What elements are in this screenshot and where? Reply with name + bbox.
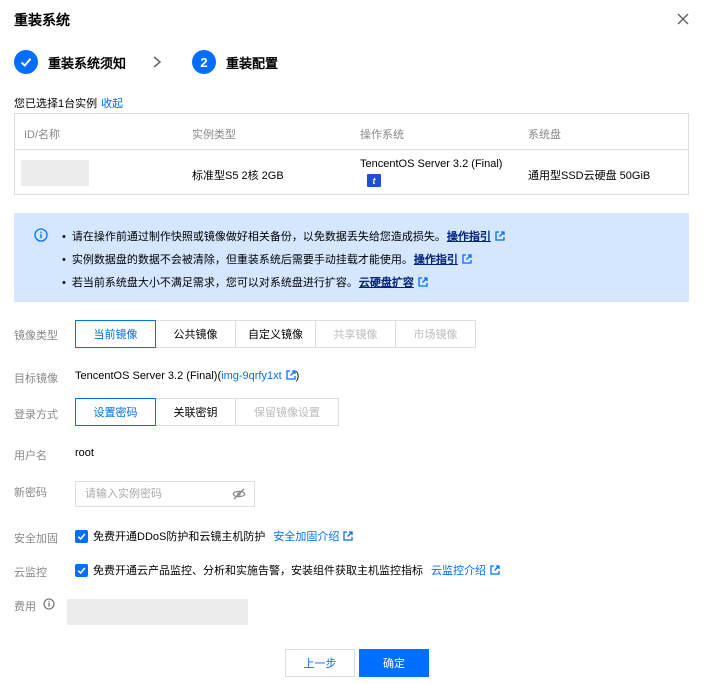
external-link-icon [462,254,472,264]
monitoring-label: 云监控 [14,567,47,579]
external-link-icon [343,531,353,541]
step-2-label: 重装配置 [226,55,279,71]
image-type-shared: 共享镜像 [315,320,396,348]
info-icon [34,228,48,242]
tencentos-icon: t [367,174,381,187]
image-type-current[interactable]: 当前镜像 [75,320,156,348]
security-checkbox[interactable] [75,529,88,543]
new-password-label: 新密码 [14,487,47,499]
selection-text: 您已选择1台实例 [14,98,98,110]
image-type-custom[interactable]: 自定义镜像 [235,320,316,348]
external-link-icon [495,231,505,241]
notice-link-1[interactable]: 操作指引 [447,231,491,243]
notice-text-1: 请在操作前通过制作快照或镜像做好相关备份，以免数据丢失给您造成损失。 [71,231,446,243]
username-label: 用户名 [14,450,47,462]
collapse-link[interactable]: 收起 [101,98,123,110]
step-1-label: 重装系统须知 [48,55,127,71]
notice-line-3: • 若当前系统盘大小不满足需求，您可以对系统盘进行扩容。云硬盘扩容 [62,274,428,290]
monitoring-intro-link[interactable]: 云监控介绍 [431,562,486,578]
image-type-market: 市场镜像 [395,320,476,348]
password-input[interactable] [76,482,216,506]
notice-line-1: • 请在操作前通过制作快照或镜像做好相关备份，以免数据丢失给您造成损失。操作指引 [62,228,505,244]
step-1: 重装系统须知 [14,50,126,74]
username-value: root [75,447,94,459]
monitoring-option: 免费开通云产品监控、分析和实施告警，安装组件获取主机监控指标 云监控介绍 [75,562,500,578]
fee-value-redacted [67,599,248,625]
login-keep-image-settings: 保留镜像设置 [235,398,339,426]
image-type-label: 镜像类型 [14,330,58,342]
header-id: ID/名称 [24,129,61,141]
instance-id-redacted [21,160,89,186]
monitoring-checkbox[interactable] [75,563,88,577]
close-icon[interactable] [676,12,690,26]
confirm-button[interactable]: 确定 [359,649,429,677]
step-2: 2 重装配置 [192,50,278,74]
image-type-public[interactable]: 公共镜像 [155,320,236,348]
external-link-icon [490,565,500,575]
step-2-number: 2 [192,50,216,74]
dialog-title: 重装系统 [14,12,70,28]
target-image-name: TencentOS Server 3.2 (Final)( [75,370,222,382]
table-header: ID/名称 实例类型 操作系统 系统盘 [15,114,688,150]
fee-label: 费用 [14,601,36,613]
header-disk: 系统盘 [528,129,561,141]
external-link-icon [418,277,428,287]
header-os: 操作系统 [360,129,404,141]
info-icon[interactable] [43,598,55,610]
eye-hidden-icon[interactable] [232,488,246,500]
monitoring-text: 免费开通云产品监控、分析和实施告警，安装组件获取主机监控指标 [93,565,423,577]
login-set-password[interactable]: 设置密码 [75,398,156,426]
cell-type: 标准型S5 2核 2GB [192,170,284,182]
image-type-selector: 当前镜像 公共镜像 自定义镜像 共享镜像 市场镜像 [75,320,476,348]
security-label: 安全加固 [14,533,58,545]
security-option: 免费开通DDoS防护和云镜主机防护 安全加固介绍 [75,528,353,544]
security-text: 免费开通DDoS防护和云镜主机防护 [93,531,266,543]
previous-button[interactable]: 上一步 [285,649,355,677]
login-method-label: 登录方式 [14,409,58,421]
notice-link-2[interactable]: 操作指引 [414,254,458,266]
security-intro-link[interactable]: 安全加固介绍 [273,528,339,544]
target-image-label: 目标镜像 [14,373,58,385]
notice-text-2: 实例数据盘的数据不会被清除，但重装系统后需要手动挂载才能使用。 [71,254,413,266]
cell-disk: 通用型SSD云硬盘 50GiB [528,170,651,182]
notice-text-3: 若当前系统盘大小不满足需求，您可以对系统盘进行扩容。 [71,277,358,289]
login-associate-key[interactable]: 关联密钥 [155,398,236,426]
check-icon [14,50,38,74]
notice-line-2: • 实例数据盘的数据不会被清除，但重装系统后需要手动挂载才能使用。操作指引 [62,251,472,267]
instance-table: ID/名称 实例类型 操作系统 系统盘 标准型S5 2核 2GB Tencent… [14,113,689,195]
notice-link-3[interactable]: 云硬盘扩容 [359,277,414,289]
password-field [75,481,255,507]
header-type: 实例类型 [192,129,236,141]
notice-box: • 请在操作前通过制作快照或镜像做好相关备份，以免数据丢失给您造成损失。操作指引 … [14,213,689,302]
login-method-selector: 设置密码 关联密钥 保留镜像设置 [75,398,339,426]
selection-summary: 您已选择1台实例 收起 [14,95,123,111]
target-image-suffix: ) [295,370,300,382]
cell-os: TencentOS Server 3.2 (Final) [360,158,503,170]
target-image-value: TencentOS Server 3.2 (Final)(img-9qrfy1x… [75,370,299,382]
chevron-right-icon [153,56,162,68]
target-image-id-link[interactable]: img-9qrfy1xt [221,370,282,382]
external-link-icon [286,370,296,380]
